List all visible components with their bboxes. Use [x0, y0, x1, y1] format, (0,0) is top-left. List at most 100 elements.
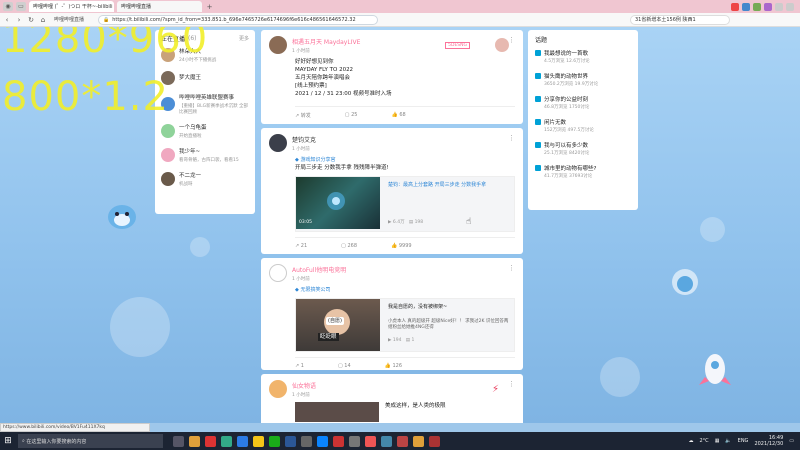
more-options-icon[interactable]: ⋮ [508, 264, 515, 272]
bookmark-link[interactable]: 哔哩哔哩直播 [54, 16, 84, 23]
app-icon[interactable] [221, 435, 232, 447]
profile-icon[interactable]: ◉ [3, 2, 13, 11]
task-view-icon[interactable] [173, 435, 184, 447]
home-icon[interactable]: ⌂ [38, 15, 48, 25]
username[interactable]: AutoFull他明电竞明 [292, 265, 346, 274]
weather-temp[interactable]: 2°C [700, 438, 709, 444]
post-text: ◆ 无限搞笑公司 (自愿) 眨眨眼 我是自愿的，没有被绑架~ 小虎本人 真的超级… [295, 286, 515, 352]
live-list-item[interactable]: 不二龙一 机战呀 [161, 171, 249, 187]
browser-search-input[interactable]: 31省新增本土156例 陕西1 [630, 14, 730, 25]
app-icon[interactable] [429, 435, 440, 447]
windows-start-icon[interactable]: ⊞ [0, 432, 16, 450]
app-icon[interactable] [269, 435, 280, 447]
topic-tag[interactable]: ◆ 无限搞笑公司 [295, 286, 515, 294]
video-thumbnail[interactable]: 03:05 [296, 177, 380, 229]
extension-icon[interactable] [742, 2, 750, 11]
extension-icon[interactable] [753, 2, 761, 11]
more-options-icon[interactable]: ⋮ [508, 380, 515, 388]
avatar[interactable] [161, 148, 175, 162]
like-button[interactable]: 👍 68 [392, 112, 406, 119]
topic-item[interactable]: 我最想说的一首歌 4.5万浏览 12.6万讨论 [535, 49, 631, 64]
lock-icon: 🔒 [103, 16, 110, 23]
tab-bilibili[interactable]: 哔哩哔哩 (゜-゜)つロ 干杯~-bilibili [29, 1, 114, 12]
topic-item[interactable]: 闲片无数 152万浏览 497.5万讨论 [535, 118, 631, 133]
app-icon[interactable] [365, 435, 376, 447]
tab-bilibili-live[interactable]: 哔哩哔哩直播 [117, 1, 202, 12]
app-icon[interactable] [189, 435, 200, 447]
taskbar-search-input[interactable]: ⌕ 在这里输入你要搜索的内容 [18, 434, 163, 448]
refresh-icon[interactable]: ↻ [26, 15, 36, 25]
like-button[interactable]: 👍 126 [385, 363, 402, 369]
username[interactable]: 相遇五月天 MaydayLIVE [292, 37, 360, 46]
weather-icon[interactable]: ☁ [689, 438, 694, 444]
topic-tag[interactable]: ◆ 游戏知识分享官 [295, 156, 515, 164]
app-icon[interactable] [349, 435, 360, 447]
avatar[interactable] [161, 172, 175, 186]
clock[interactable]: 16:49 2021/12/30 [754, 435, 783, 447]
app-icon[interactable] [253, 435, 264, 447]
live-list-item[interactable]: 我少年~ 看哥骨骼，古阵口袭，看看15 [161, 147, 249, 163]
video-title[interactable]: 我是自愿的，没有被绑架~ [388, 303, 512, 311]
forward-icon[interactable]: › [14, 15, 24, 25]
post-time: 1 小时前 [292, 276, 310, 282]
extension-icon[interactable] [731, 2, 739, 11]
network-icon[interactable]: ▦ [715, 438, 720, 444]
input-language[interactable]: ENG [738, 438, 749, 444]
topic-item[interactable]: 城市里的动物有哪些? 41.7万浏览 37693讨论 [535, 164, 631, 179]
app-icon[interactable] [285, 435, 296, 447]
comment-button[interactable]: ▢ 268 [341, 243, 357, 249]
notifications-icon[interactable]: ▭ [789, 438, 794, 444]
username[interactable]: 仙女物语 [292, 381, 316, 390]
app-icon[interactable] [397, 435, 408, 447]
comment-button[interactable]: ▢ 25 [345, 112, 358, 119]
app-icon[interactable] [301, 435, 312, 447]
topic-item[interactable]: 分享你的公益时刻 46.8万浏览 1750讨论 [535, 95, 631, 110]
comment-button[interactable]: ▢ 14 [338, 363, 351, 369]
app-icon[interactable] [205, 435, 216, 447]
rocket-mascot-icon[interactable] [697, 349, 733, 389]
avatar[interactable] [269, 264, 287, 282]
address-bar[interactable]: 🔒 https://t.bilibili.com/?spm_id_from=333… [98, 14, 379, 25]
live-list-item[interactable]: 梦大魔王 [161, 71, 249, 85]
avatar[interactable] [161, 124, 175, 138]
avatar[interactable] [269, 36, 287, 54]
avatar[interactable] [269, 380, 287, 398]
app-icon[interactable] [237, 435, 248, 447]
forward-button[interactable]: ↗ 转发 [295, 112, 311, 119]
video-thumbnail[interactable]: (自愿) 眨眨眼 [296, 299, 380, 351]
more-link[interactable]: 更多 [239, 35, 249, 42]
live-list-item[interactable]: 一个乌龟蛋 开始直播啦 [161, 123, 249, 139]
app-icon[interactable] [381, 435, 392, 447]
live-list-item[interactable]: 哔哩哔哩英雄联盟赛事 【重播】BLG新赛季战术沉默 全部比赛回顾 [161, 93, 249, 115]
more-options-icon[interactable]: ⋮ [508, 134, 515, 142]
new-tab-button[interactable]: + [205, 2, 214, 11]
tag-label: 游戏知识分享官 [300, 157, 336, 163]
app-icon[interactable] [317, 435, 328, 447]
like-button[interactable]: 👍 9999 [391, 243, 412, 249]
minimize-icon[interactable] [775, 2, 783, 11]
forward-button[interactable]: ↗ 1 [295, 363, 304, 369]
back-icon[interactable]: ‹ [2, 15, 12, 25]
tab-list-icon[interactable]: ▭ [16, 2, 26, 11]
more-options-icon[interactable]: ⋮ [508, 36, 515, 44]
topic-name: 闲片无数 [544, 120, 567, 126]
app-icon[interactable] [333, 435, 344, 447]
video-stats: ▶ 194 ▤ 1 [388, 338, 415, 343]
video-title[interactable]: 美成这样，是人类的极限 [385, 402, 446, 422]
card-actions: ↗ 转发 ▢ 25 👍 68 [295, 106, 515, 119]
video-embed[interactable]: (自愿) 眨眨眼 我是自愿的，没有被绑架~ 小虎本人 真的超级开 超级Nice好… [295, 298, 515, 352]
avatar[interactable] [269, 134, 287, 152]
topic-item[interactable]: 我与可以有多少数 25.1万浏览 8420讨论 [535, 141, 631, 156]
app-icon[interactable] [413, 435, 424, 447]
forward-button[interactable]: ↗ 21 [295, 243, 307, 249]
topic-item[interactable]: 猫头鹰的动物世界 3650.2万浏览 19.9万讨论 [535, 72, 631, 87]
volume-icon[interactable]: 🔈 [725, 438, 731, 444]
video-danmaku: 1 [411, 338, 415, 343]
tab-bar: ◉ ▭ 哔哩哔哩 (゜-゜)つロ 干杯~-bilibili 哔哩哔哩直播 + [0, 0, 800, 13]
video-title[interactable]: 楚钧：最高上分套路 开局三步走 分数我手拿 [388, 181, 486, 189]
video-thumbnail[interactable] [295, 402, 379, 422]
username[interactable]: 楚钧艾克 [292, 135, 316, 144]
extension-icon[interactable] [764, 2, 772, 11]
close-icon[interactable] [786, 2, 794, 11]
video-embed[interactable]: 03:05 楚钧：最高上分套路 开局三步走 分数我手拿 ▶ 6.4万 ▤ 198 [295, 176, 515, 232]
